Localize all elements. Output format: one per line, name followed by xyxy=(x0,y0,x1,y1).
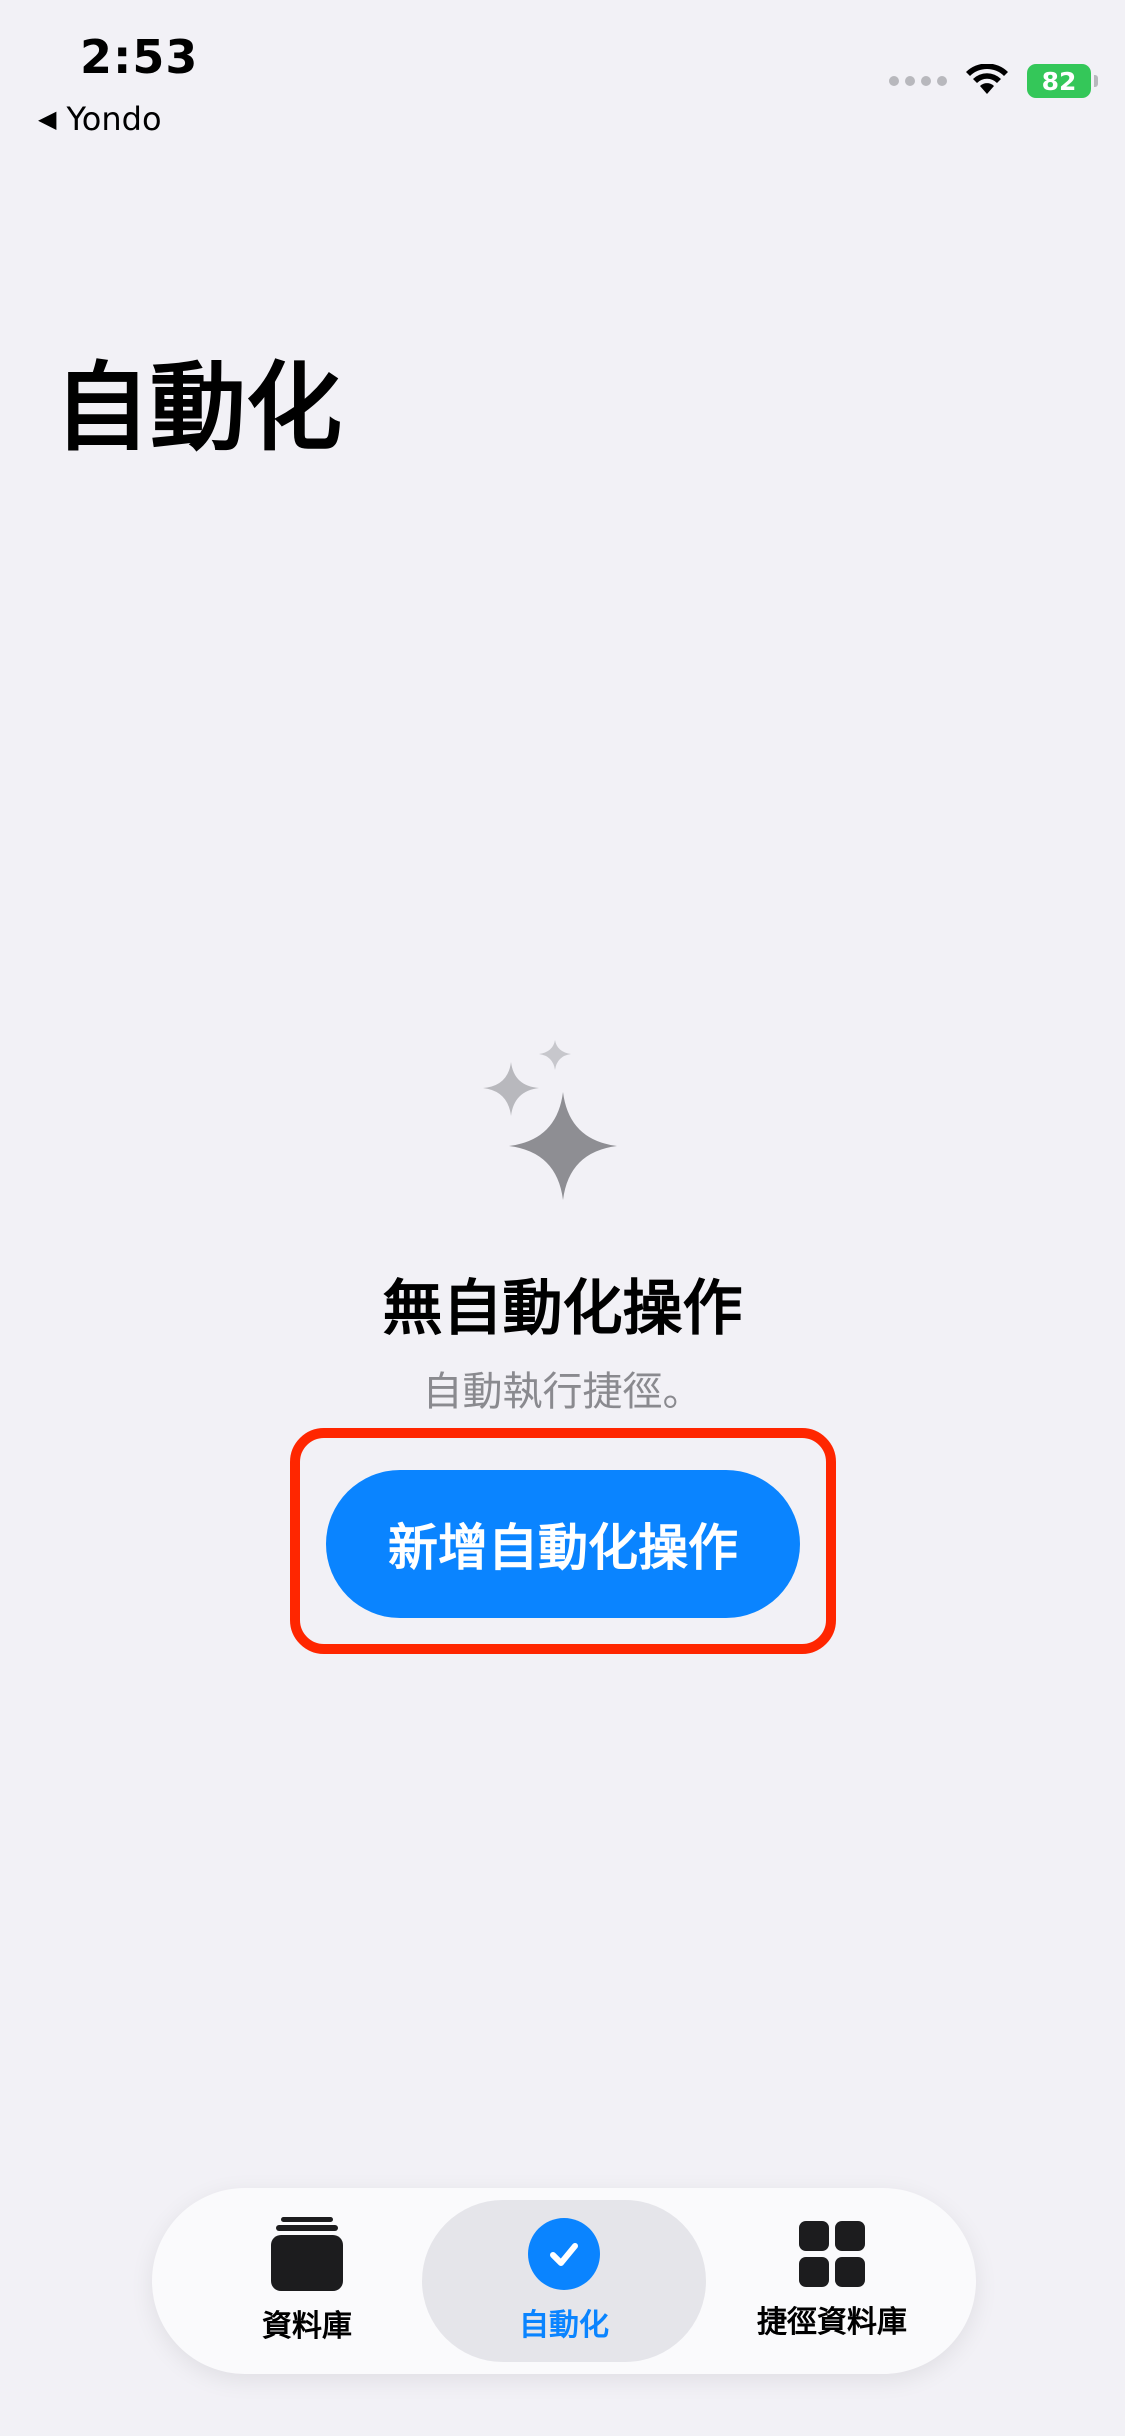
back-arrow-icon: ◀ xyxy=(38,105,57,133)
wifi-icon xyxy=(966,64,1008,94)
tab-automation-label: 自動化 xyxy=(519,2308,609,2343)
page-title: 自動化 xyxy=(54,352,342,464)
cellular-signal-icon xyxy=(889,76,947,86)
sparkles-icon xyxy=(482,1040,617,1200)
empty-state-subtitle: 自動執行捷徑。 xyxy=(422,1369,703,1415)
library-stack-icon xyxy=(271,2217,343,2291)
add-automation-button[interactable]: 新增自動化操作 xyxy=(326,1470,800,1618)
status-time: 2:53 xyxy=(80,30,199,84)
gallery-grid-icon xyxy=(799,2221,865,2287)
tab-automation[interactable]: 自動化 xyxy=(422,2200,706,2362)
status-indicators: 82 xyxy=(889,64,1098,98)
tab-library-label: 資料庫 xyxy=(262,2309,352,2344)
tab-gallery-label: 捷徑資料庫 xyxy=(757,2305,907,2340)
automation-check-icon xyxy=(528,2218,600,2290)
empty-state-title: 無自動化操作 xyxy=(382,1274,743,1344)
back-to-app-link[interactable]: ◀ Yondo xyxy=(38,100,162,138)
back-app-label: Yondo xyxy=(66,100,162,138)
tab-bar: 資料庫 自動化 捷徑資料庫 xyxy=(152,2188,976,2374)
battery-level: 82 xyxy=(1041,66,1077,96)
tab-library[interactable]: 資料庫 xyxy=(222,2188,392,2374)
tab-gallery[interactable]: 捷徑資料庫 xyxy=(722,2188,942,2374)
battery-icon: 82 xyxy=(1027,64,1098,98)
empty-state: 無自動化操作 自動執行捷徑。 xyxy=(0,1040,1125,1417)
